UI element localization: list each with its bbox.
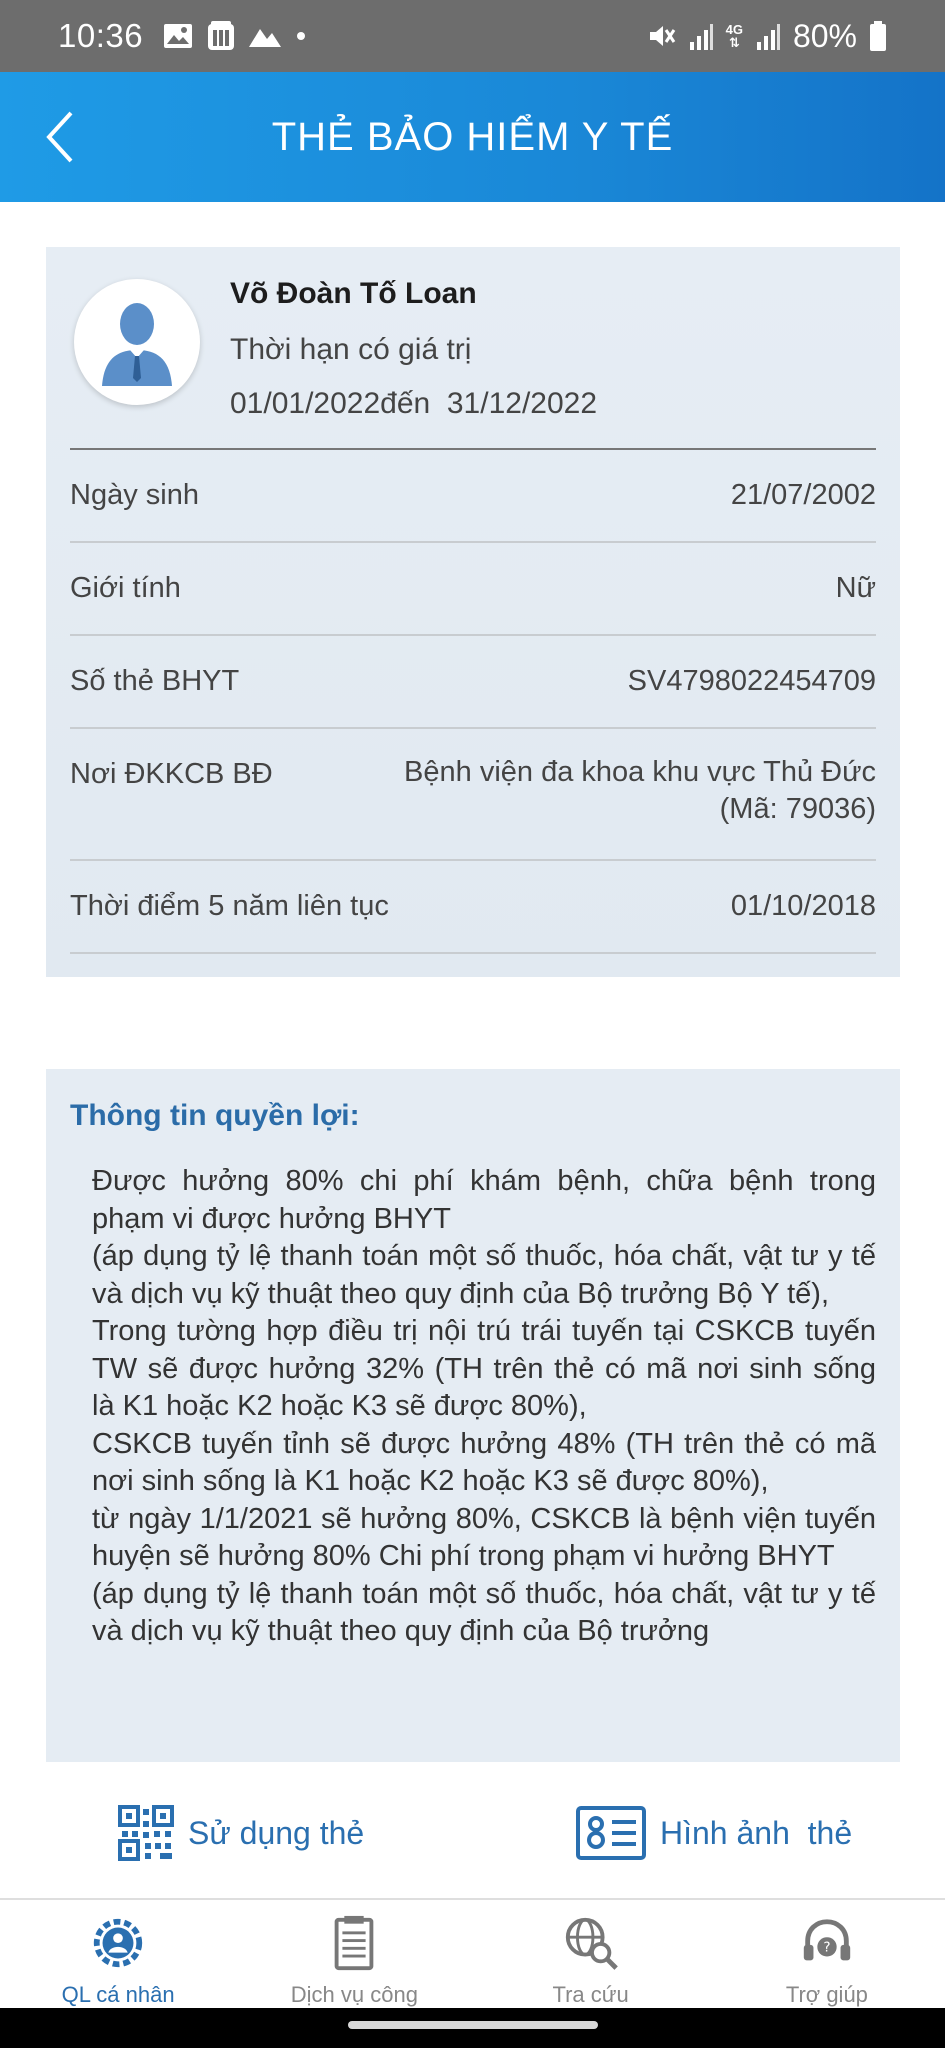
svg-text:?: ? — [823, 1940, 830, 1956]
chevron-left-icon — [46, 111, 73, 163]
row-value: 21/07/2002 — [730, 479, 876, 511]
notification-icons — [163, 21, 307, 51]
signal-icon — [755, 22, 781, 50]
info-row-card-number: Số thẻ BHYT SV4798022454709 — [70, 665, 876, 698]
benefits-title: Thông tin quyền lợi: — [70, 1099, 360, 1132]
image-icon — [163, 23, 193, 49]
divider — [70, 634, 876, 636]
row-label: Nơi ĐKKCB BĐ — [70, 758, 273, 790]
mountain-icon — [249, 25, 282, 47]
hospital-name: Bệnh viện đa khoa khu vực Thủ Đức — [404, 756, 876, 788]
id-card-icon — [576, 1806, 646, 1860]
battery-icon — [869, 21, 887, 51]
divider — [70, 952, 876, 954]
card-image-button[interactable]: Hình ảnh thẻ — [576, 1800, 852, 1866]
holder-name: Võ Đoàn Tố Loan — [230, 277, 477, 310]
network-4g-icon: 4G ⇅ — [725, 22, 743, 50]
validity-label: Thời hạn có giá trị — [230, 333, 472, 366]
document-icon — [335, 1915, 374, 1971]
row-value: SV4798022454709 — [627, 665, 876, 697]
divider — [70, 541, 876, 543]
row-label: Số thẻ BHYT — [70, 665, 240, 697]
nav-label: QL cá nhân — [61, 1982, 175, 2007]
row-value: Nữ — [835, 572, 876, 604]
bottom-nav: QL cá nhân Dịch vụ công Tra cứu ? Trợ gi… — [0, 1900, 945, 2008]
info-row-continuous-date: Thời điểm 5 năm liên tục 01/10/2018 — [70, 890, 876, 923]
divider — [70, 448, 876, 450]
info-row-registered-hospital: Nơi ĐKKCB BĐ Bệnh viện đa khoa khu vực T… — [70, 756, 876, 828]
calendar-app-icon — [207, 21, 235, 51]
benefits-text: Được hưởng 80% chi phí khám bệnh, chữa b… — [92, 1163, 876, 1651]
nav-item-public-services[interactable]: Dịch vụ công — [236, 1900, 472, 2008]
benefits-panel[interactable]: Thông tin quyền lợi: Được hưởng 80% chi … — [46, 1069, 900, 1762]
headset-help-icon: ? — [803, 1919, 851, 1961]
status-time: 10:36 — [58, 17, 144, 54]
nav-item-personal[interactable]: QL cá nhân — [0, 1900, 236, 2008]
row-label: Giới tính — [70, 572, 181, 604]
benefit-paragraph: Được hưởng 80% chi phí khám bệnh, chữa b… — [92, 1165, 876, 1235]
benefit-paragraph: (áp dụng tỷ lệ thanh toán một số thuốc, … — [92, 1240, 876, 1310]
row-value: 01/10/2018 — [730, 890, 876, 922]
nav-label: Dịch vụ công — [290, 1982, 418, 2007]
signal-icon — [688, 22, 714, 50]
divider — [70, 727, 876, 729]
status-bar: 10:36 4G ⇅ 80% — [0, 0, 945, 72]
globe-search-icon — [565, 1917, 618, 1970]
nav-item-lookup[interactable]: Tra cứu — [473, 1900, 709, 2008]
nav-item-help[interactable]: ? Trợ giúp — [709, 1900, 945, 2008]
mute-icon — [646, 21, 676, 51]
avatar — [74, 279, 200, 405]
benefit-paragraph: từ ngày 1/1/2021 sẽ hưởng 80%, CSKCB là … — [92, 1502, 876, 1573]
system-status: 4G ⇅ 80% — [646, 18, 887, 55]
hospital-code: (Mã: 79036) — [719, 793, 876, 825]
divider — [70, 859, 876, 861]
page-title: THẺ BẢO HIỂM Y TẾ — [271, 114, 674, 159]
insurance-card-panel: Võ Đoàn Tố Loan Thời hạn có giá trị 01/0… — [46, 247, 900, 977]
use-card-button[interactable]: Sử dụng thẻ — [118, 1800, 364, 1866]
card-image-label: Hình ảnh thẻ — [660, 1814, 853, 1851]
benefit-paragraph: CSKCB tuyến tỉnh sẽ được hưởng 48% (TH t… — [92, 1427, 876, 1498]
benefit-paragraph: (áp dụng tỷ lệ thanh toán một số thuốc, … — [92, 1577, 876, 1648]
benefit-paragraph: Trong tường hợp điều trị nội trú trái tu… — [92, 1315, 876, 1422]
profile-gear-icon — [93, 1918, 143, 1968]
nav-label: Trợ giúp — [785, 1982, 868, 2007]
validity-range: 01/01/2022đến 31/12/2022 — [230, 387, 598, 420]
info-row-birthdate: Ngày sinh 21/07/2002 — [70, 479, 876, 512]
home-indicator[interactable] — [348, 2021, 598, 2029]
row-label: Ngày sinh — [70, 479, 199, 511]
user-icon — [102, 303, 172, 386]
info-row-gender: Giới tính Nữ — [70, 572, 876, 605]
back-button[interactable] — [30, 105, 90, 169]
dot-icon — [295, 30, 307, 42]
row-value: Bệnh viện đa khoa khu vực Thủ Đức (Mã: 7… — [404, 754, 876, 828]
battery-percent: 80% — [792, 17, 857, 54]
row-label: Thời điểm 5 năm liên tục — [70, 890, 389, 922]
app-header: THẺ BẢO HIỂM Y TẾ — [0, 72, 945, 202]
system-nav-bar — [0, 2008, 945, 2048]
qr-code-icon — [118, 1805, 174, 1861]
use-card-label: Sử dụng thẻ — [188, 1814, 365, 1851]
nav-label: Tra cứu — [552, 1982, 629, 2007]
